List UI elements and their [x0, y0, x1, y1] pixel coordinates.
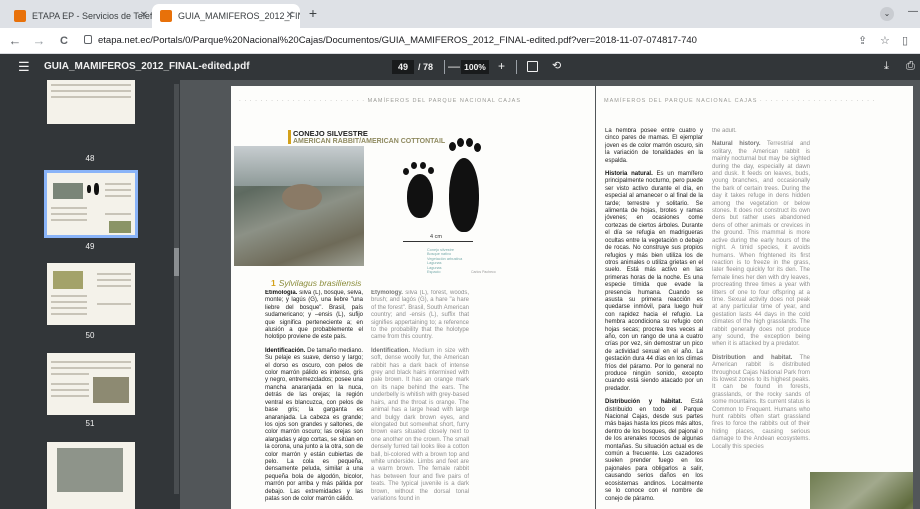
- fit-page-icon[interactable]: [527, 61, 538, 72]
- distribution-text: Está distribuido en todo el Parque Nacio…: [605, 399, 703, 502]
- scale-bar: [403, 241, 473, 242]
- zoom-out-button[interactable]: —: [448, 58, 460, 74]
- scale-label: 4 cm: [430, 234, 442, 240]
- page-number-input[interactable]: 49: [392, 60, 414, 74]
- zoom-input[interactable]: 100%: [461, 60, 489, 74]
- toolbar-divider: [444, 60, 445, 74]
- pdf-title: GUIA_MAMIFEROS_2012_FINAL-edited.pdf: [44, 61, 250, 72]
- natural-history-text-en: Terrestrial and solitary, the American r…: [712, 141, 810, 348]
- text-column-en: Etymology. silva (L), forest, woods, bru…: [371, 290, 469, 509]
- identification-heading: Identificación.: [265, 347, 306, 354]
- thumbnail-page-49[interactable]: [44, 170, 138, 238]
- etymology-heading-en: Etymology.: [371, 290, 403, 296]
- browser-toolbar: ← → C etapa.net.ec/Portals/0/Parque%20Na…: [0, 28, 920, 54]
- distribution-heading-en: Distribution and habitat.: [712, 354, 793, 361]
- minimize-icon[interactable]: —: [908, 6, 918, 17]
- paragraph-text-en: the adult.: [712, 128, 737, 134]
- pdf-viewer: · · · · · · · · · · · · · · · · · · · · …: [180, 80, 920, 509]
- thumbnail-page-52[interactable]: [47, 442, 135, 509]
- rabbit-photo: [234, 146, 364, 266]
- sidebar-scrollbar[interactable]: [174, 84, 179, 494]
- tab-pdf[interactable]: GUIA_MAMIFEROS_2012_FINAL-e ✕: [152, 4, 300, 28]
- url-text: etapa.net.ec/Portals/0/Parque%20Nacional…: [98, 35, 697, 46]
- viewer-scrollbar[interactable]: [913, 80, 920, 509]
- paragraph-text: La hembra posee entre cuatro y cinco par…: [605, 128, 703, 164]
- photo-credit: Carlos Pacheco: [471, 270, 496, 274]
- tab-strip: ETAPA EP - Servicios de Telefonía ✕ GUIA…: [0, 0, 920, 28]
- species-name-es: CONEJO SILVESTRE: [293, 129, 368, 138]
- thumbnail-page-51[interactable]: [47, 353, 135, 415]
- close-tab-icon[interactable]: ✕: [140, 4, 148, 28]
- scientific-name-text: Sylvilagus brasiliensis: [278, 278, 362, 288]
- address-bar[interactable]: etapa.net.ec/Portals/0/Parque%20Nacional…: [84, 33, 697, 49]
- identification-text-en: Medium in size with soft, dense woolly f…: [371, 347, 469, 502]
- rotate-icon[interactable]: ⟲: [552, 58, 561, 74]
- species-accent-bar: [288, 130, 291, 144]
- close-tab-icon[interactable]: ✕: [286, 4, 294, 28]
- bookmark-star-icon[interactable]: ☆: [880, 33, 890, 49]
- print-icon[interactable]: ⎙: [906, 58, 915, 74]
- tab-search-icon[interactable]: ⌄: [880, 7, 894, 21]
- distribution-text-en: The American rabbit is distributed throu…: [712, 354, 810, 450]
- etapa-favicon-icon: [14, 10, 26, 22]
- etymology-heading: Etimología.: [265, 290, 298, 296]
- footprint-illustration: [401, 136, 491, 246]
- thumbnail-page-48[interactable]: [47, 80, 135, 124]
- thumbnail-sidebar: 48 49 50 51: [0, 80, 180, 509]
- thumbnail-page-50[interactable]: [47, 263, 135, 325]
- identification-heading-en: Identification.: [371, 347, 410, 354]
- tab-label: GUIA_MAMIFEROS_2012_FINAL-e: [178, 11, 300, 21]
- hamburger-menu-icon[interactable]: ☰: [18, 59, 30, 75]
- thumbnail-label: 48: [85, 154, 95, 163]
- thumbnail-label: 49: [85, 242, 95, 251]
- etymology-text-en: silva (L), forest, woods, brush; and lag…: [371, 290, 469, 341]
- natural-history-text: Es un mamífero principalmente nocturno, …: [605, 171, 703, 392]
- new-tab-button[interactable]: +: [304, 5, 322, 23]
- tab-label: ETAPA EP - Servicios de Telefonía: [32, 11, 154, 21]
- text-column-en: the adult. Natural history. Terrestrial …: [712, 128, 810, 509]
- reload-icon[interactable]: C: [55, 32, 73, 50]
- running-head-text: MAMÍFEROS DEL PARQUE NACIONAL CAJAS: [367, 98, 522, 104]
- side-panel-icon[interactable]: ▯: [902, 33, 908, 49]
- tab-etapa[interactable]: ETAPA EP - Servicios de Telefonía ✕: [6, 4, 154, 28]
- forward-icon[interactable]: →: [30, 32, 48, 50]
- scientific-name: 1 Sylvilagus brasiliensis: [271, 278, 361, 288]
- back-icon[interactable]: ←: [6, 32, 24, 50]
- running-head: MAMÍFEROS DEL PARQUE NACIONAL CAJAS · · …: [604, 98, 875, 104]
- pdf-favicon-icon: [160, 10, 172, 22]
- sidebar-scrollbar-thumb[interactable]: [174, 248, 179, 276]
- distribution-heading: Distribución y hábitat.: [605, 399, 683, 406]
- lock-icon: [84, 35, 92, 44]
- thumbnail-label: 51: [85, 419, 95, 428]
- pdf-page-right: MAMÍFEROS DEL PARQUE NACIONAL CAJAS · · …: [596, 86, 920, 509]
- habitat-photo: [810, 472, 920, 509]
- text-column-es: La hembra posee entre cuatro y cinco par…: [605, 128, 703, 509]
- download-icon[interactable]: ⤓: [884, 58, 889, 74]
- identification-text: De tamaño mediano. Su pelaje es suave, d…: [265, 347, 363, 502]
- pdf-page-left: · · · · · · · · · · · · · · · · · · · · …: [231, 86, 595, 509]
- running-head: · · · · · · · · · · · · · · · · · · · · …: [239, 98, 521, 104]
- thumbnail-label: 50: [85, 331, 95, 340]
- natural-history-heading-en: Natural history.: [712, 141, 761, 148]
- text-column-es: Etimología. silva (L), bosque, selva, mo…: [265, 290, 363, 509]
- natural-history-heading: Historia natural.: [605, 171, 653, 178]
- share-icon[interactable]: ⇪: [858, 33, 867, 49]
- zoom-in-button[interactable]: +: [498, 58, 505, 74]
- page-total: / 78: [418, 62, 434, 72]
- toolbar-divider: [516, 60, 517, 74]
- species-number: 1: [271, 278, 276, 288]
- etymology-text: silva (L), bosque, selva, monte; y lagús…: [265, 290, 363, 341]
- running-head-dots: · · · · · · · · · · · · · · · · · · · · …: [239, 98, 368, 104]
- pdf-toolbar: ☰ GUIA_MAMIFEROS_2012_FINAL-edited.pdf 4…: [0, 54, 920, 80]
- running-head-text: MAMÍFEROS DEL PARQUE NACIONAL CAJAS: [604, 98, 758, 104]
- running-head-dots: · · · · · · · · · · · · · · · · · · · · …: [757, 98, 876, 104]
